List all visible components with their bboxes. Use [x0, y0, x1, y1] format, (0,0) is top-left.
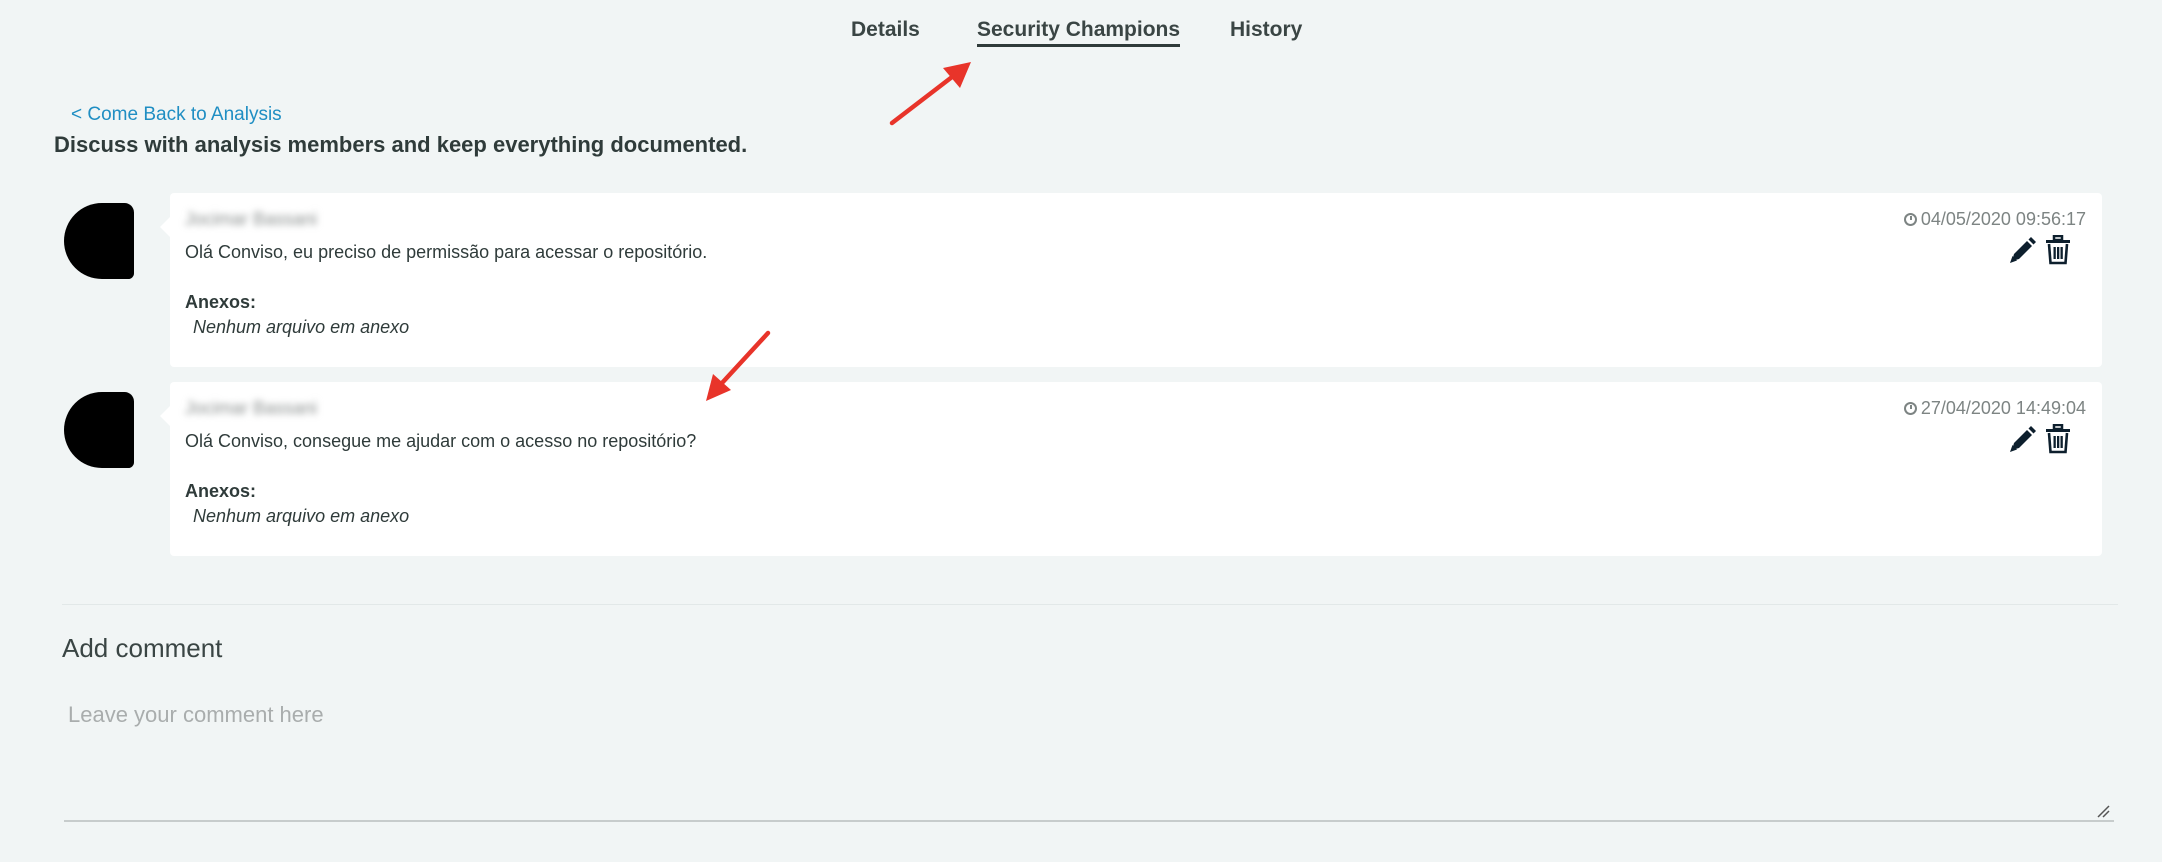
avatar — [64, 392, 134, 468]
resize-handle-icon[interactable] — [2096, 804, 2110, 818]
comment-card: Jocimar Bassani 04/05/2020 09:56:17 Olá … — [160, 193, 2102, 367]
annotation-arrow-icon — [889, 62, 971, 126]
attachments-label: Anexos: — [185, 292, 257, 312]
comment-author: Jocimar Bassani — [185, 209, 318, 229]
section-divider — [62, 604, 2118, 605]
comment-author: Jocimar Bassani — [185, 398, 318, 418]
attachments-label: Anexos: — [185, 481, 257, 501]
avatar — [64, 203, 134, 279]
comment-item: Jocimar Bassani 27/04/2020 14:49:04 Olá … — [0, 382, 2162, 558]
comment-message: Olá Conviso, eu preciso de permissão par… — [185, 242, 708, 262]
tab-history[interactable]: History — [1230, 18, 1302, 42]
comment-actions — [2008, 235, 2072, 265]
add-comment-title: Add comment — [62, 633, 223, 663]
page-title: Discuss with analysis members and keep e… — [54, 132, 748, 157]
trash-icon[interactable] — [2044, 235, 2072, 265]
pencil-icon[interactable] — [2008, 424, 2036, 454]
timestamp-text: 27/04/2020 14:49:04 — [1920, 398, 2086, 418]
tab-details[interactable]: Details — [851, 18, 920, 42]
comment-textarea[interactable] — [64, 694, 2114, 822]
attachments-empty: Nenhum arquivo em anexo — [193, 506, 410, 526]
tab-security-champions[interactable]: Security Champions — [977, 18, 1181, 47]
comment-timestamp: 27/04/2020 14:49:04 — [1903, 398, 2086, 419]
comment-message: Olá Conviso, consegue me ajudar com o ac… — [185, 431, 697, 451]
timestamp-text: 04/05/2020 09:56:17 — [1920, 209, 2086, 229]
trash-icon[interactable] — [2044, 424, 2072, 454]
clock-icon — [1903, 402, 1917, 415]
comment-item: Jocimar Bassani 04/05/2020 09:56:17 Olá … — [0, 193, 2162, 369]
comment-timestamp: 04/05/2020 09:56:17 — [1903, 209, 2086, 230]
comment-actions — [2008, 424, 2072, 454]
pencil-icon[interactable] — [2008, 235, 2036, 265]
tab-bar: Details Security Champions History — [0, 0, 2162, 60]
comment-card: Jocimar Bassani 27/04/2020 14:49:04 Olá … — [160, 382, 2102, 556]
attachments-empty: Nenhum arquivo em anexo — [193, 317, 410, 337]
back-to-analysis-link[interactable]: < Come Back to Analysis — [71, 104, 282, 126]
clock-icon — [1903, 213, 1917, 226]
